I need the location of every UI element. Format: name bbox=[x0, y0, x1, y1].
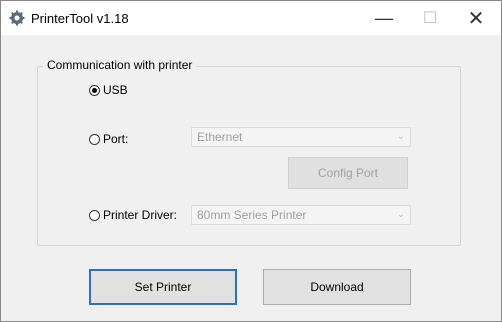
usb-radio-option[interactable]: USB bbox=[89, 83, 128, 97]
printer-driver-select-value: 80mm Series Printer bbox=[197, 208, 307, 222]
printer-driver-radio-option[interactable]: Printer Driver: bbox=[89, 208, 177, 222]
minimize-button[interactable]: — bbox=[361, 1, 407, 35]
usb-label: USB bbox=[103, 83, 128, 97]
set-printer-button[interactable]: Set Printer bbox=[89, 269, 237, 305]
chevron-down-icon: ⌄ bbox=[396, 209, 405, 220]
window-title: PrinterTool v1.18 bbox=[31, 11, 129, 26]
port-select[interactable]: Ethernet ⌄ bbox=[191, 127, 411, 147]
maximize-button[interactable]: ☐ bbox=[407, 1, 453, 35]
printer-driver-label: Printer Driver: bbox=[103, 208, 178, 222]
gear-icon bbox=[9, 10, 25, 26]
port-radio-option[interactable]: Port: bbox=[89, 132, 128, 146]
port-select-value: Ethernet bbox=[197, 130, 243, 144]
printer-tool-window: PrinterTool v1.18 — ☐ ✕ Communication wi… bbox=[0, 0, 502, 322]
port-radio-button[interactable] bbox=[89, 133, 100, 145]
close-button[interactable]: ✕ bbox=[453, 1, 499, 35]
download-button[interactable]: Download bbox=[263, 269, 411, 305]
config-port-button[interactable]: Config Port bbox=[288, 157, 408, 189]
title-bar[interactable]: PrinterTool v1.18 — ☐ ✕ bbox=[1, 1, 501, 35]
group-legend: Communication with printer bbox=[43, 58, 197, 72]
printer-driver-select[interactable]: 80mm Series Printer ⌄ bbox=[191, 205, 411, 225]
chevron-down-icon: ⌄ bbox=[396, 131, 405, 142]
port-label: Port: bbox=[103, 132, 129, 146]
usb-radio-button[interactable] bbox=[89, 84, 100, 96]
printer-driver-radio-button[interactable] bbox=[89, 209, 100, 221]
